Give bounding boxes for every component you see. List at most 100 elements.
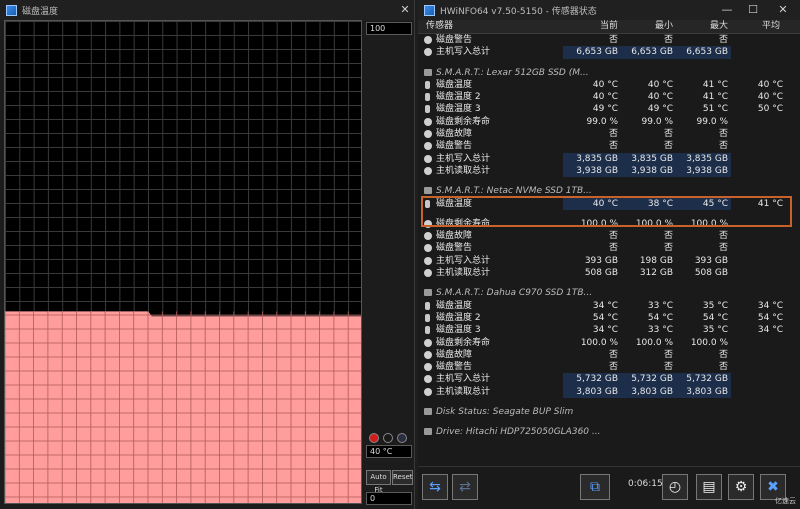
sensor-group-header[interactable]: Drive: Hitachi HDP725050GLA360 ... xyxy=(418,426,800,438)
column-min[interactable]: 最小 xyxy=(621,20,676,33)
color-red-button[interactable] xyxy=(369,433,379,443)
sensor-name-text: 磁盘剩余寿命 xyxy=(436,337,491,348)
sensor-row[interactable]: 磁盘故障 否 否 否 xyxy=(418,349,800,361)
avg-value xyxy=(731,46,786,58)
column-current[interactable]: 当前 xyxy=(563,20,621,33)
color-dark-button[interactable] xyxy=(383,433,393,443)
app-icon xyxy=(6,4,17,16)
report-icon[interactable]: ▤ xyxy=(696,474,722,500)
row-spacer xyxy=(418,59,800,67)
sensor-name-text: 磁盘温度 xyxy=(436,79,473,90)
circle-icon xyxy=(424,244,432,253)
color-gray-button[interactable] xyxy=(397,433,407,443)
network-icon[interactable]: ⧉ xyxy=(580,474,610,500)
sensor-row[interactable]: 磁盘温度 40 °C 40 °C 41 °C 40 °C xyxy=(418,79,800,91)
nav-arrows-icon[interactable]: ⇆ xyxy=(422,474,448,500)
sensor-row[interactable]: 磁盘温度 40 °C 38 °C 45 °C 41 °C xyxy=(418,197,800,210)
sensor-row[interactable]: 主机写入总计 3,835 GB 3,835 GB 3,835 GB xyxy=(418,152,800,165)
sensor-name: 磁盘故障 xyxy=(418,128,563,140)
avg-value xyxy=(731,165,786,177)
thermometer-icon xyxy=(425,313,430,322)
sensor-name: 磁盘温度 3 xyxy=(418,324,563,336)
close-icon[interactable]: ✕ xyxy=(774,2,792,18)
avg-value xyxy=(731,128,786,140)
sensor-name: 主机写入总计 xyxy=(418,255,563,267)
sensor-row[interactable]: 磁盘剩余寿命 100.0 % 100.0 % 100.0 % xyxy=(418,337,800,349)
sensor-row[interactable]: 磁盘警告 否 否 否 xyxy=(418,140,800,152)
current-value: 否 xyxy=(608,231,618,242)
sensor-row[interactable]: 主机读取总计 508 GB 312 GB 508 GB xyxy=(418,267,800,279)
sensor-row[interactable]: 磁盘警告 否 否 否 xyxy=(418,242,800,254)
avg-value xyxy=(731,116,786,128)
maximize-icon[interactable]: ☐ xyxy=(744,2,762,18)
min-value: 3,938 GB xyxy=(621,164,676,178)
graph-titlebar[interactable]: 磁盘温度 xyxy=(0,0,414,20)
column-header: 传感器 当前 最小 最大 平均 xyxy=(418,20,800,34)
avg-value xyxy=(731,218,786,230)
sensor-row[interactable]: 磁盘警告 否 否 否 xyxy=(418,361,800,373)
max-value: 99.0 % xyxy=(696,116,728,127)
max-value: 41 °C xyxy=(702,79,728,90)
close-icon[interactable]: ✕ xyxy=(396,2,414,18)
sensor-group-header[interactable]: S.M.A.R.T.: Netac NVMe SSD 1TB... xyxy=(418,185,800,197)
sensor-row[interactable]: 磁盘温度 34 °C 33 °C 35 °C 34 °C xyxy=(418,300,800,312)
sensor-row[interactable]: 主机写入总计 5,732 GB 5,732 GB 5,732 GB xyxy=(418,373,800,386)
sensor-row[interactable]: 磁盘故障 否 否 否 xyxy=(418,128,800,140)
sensor-row[interactable]: 磁盘温度 3 34 °C 33 °C 35 °C 34 °C xyxy=(418,324,800,336)
column-avg[interactable]: 平均 xyxy=(731,20,786,33)
circle-icon xyxy=(424,166,432,175)
circle-icon xyxy=(424,36,432,44)
sensor-row[interactable]: 磁盘警告 否 否 否 xyxy=(418,34,800,46)
sensor-row[interactable]: 磁盘温度 3 49 °C 49 °C 51 °C 50 °C xyxy=(418,103,800,115)
settings-icon[interactable]: ⚙ xyxy=(728,474,754,500)
current-value: 3,835 GB xyxy=(563,152,621,165)
reset-button[interactable]: Reset xyxy=(392,470,413,485)
sensor-row[interactable]: 磁盘剩余寿命 100.0 % 100.0 % 100.0 % xyxy=(418,218,800,230)
thermometer-icon xyxy=(425,301,430,310)
max-value: 5,732 GB xyxy=(676,373,731,386)
group-name-text: S.M.A.R.T.: Dahua C970 SSD 1TB... xyxy=(436,288,593,299)
current-value: 否 xyxy=(608,35,618,45)
sensor-row[interactable]: 磁盘温度 2 40 °C 40 °C 41 °C 40 °C xyxy=(418,91,800,103)
max-value: 51 °C xyxy=(702,104,728,115)
max-value: 否 xyxy=(718,141,728,152)
watermark-logo: 亿速云 xyxy=(775,497,796,505)
min-value: 100.0 % xyxy=(635,218,673,229)
sensor-titlebar[interactable]: HWiNFO64 v7.50-5150 - 传感器状态 xyxy=(418,0,800,20)
column-max[interactable]: 最大 xyxy=(676,20,731,33)
sensor-row[interactable]: 主机读取总计 3,938 GB 3,938 GB 3,938 GB xyxy=(418,164,800,178)
circle-icon xyxy=(424,350,432,359)
auto-fit-button[interactable]: Auto Fit xyxy=(366,470,391,494)
sensor-row[interactable]: 磁盘故障 否 否 否 xyxy=(418,230,800,242)
min-value: 3,835 GB xyxy=(621,152,676,165)
current-value: 40 °C xyxy=(592,92,618,103)
sensor-name-text: 磁盘警告 xyxy=(436,243,473,254)
sensor-row[interactable]: 主机写入总计 393 GB 198 GB 393 GB xyxy=(418,255,800,267)
sensor-group-header[interactable]: S.M.A.R.T.: Dahua C970 SSD 1TB... xyxy=(418,287,800,299)
collapse-arrows-icon[interactable]: ⇄ xyxy=(452,474,478,500)
sensor-row[interactable]: 磁盘温度 2 54 °C 54 °C 54 °C 54 °C xyxy=(418,312,800,324)
max-value: 41 °C xyxy=(702,92,728,103)
sensor-name-text: 磁盘温度 2 xyxy=(436,312,481,323)
thermometer-icon xyxy=(425,199,430,208)
max-value: 6,653 GB xyxy=(676,46,731,59)
circle-icon xyxy=(424,154,432,163)
sensor-name-text: 主机写入总计 xyxy=(436,47,491,58)
circle-icon xyxy=(424,232,432,241)
sensor-row[interactable]: 磁盘剩余寿命 99.0 % 99.0 % 99.0 % xyxy=(418,116,800,128)
sensor-row[interactable]: 主机读取总计 3,803 GB 3,803 GB 3,803 GB xyxy=(418,385,800,399)
sensor-name: 磁盘剩余寿命 xyxy=(418,337,563,349)
current-value: 100.0 % xyxy=(580,218,618,229)
sensor-group-header[interactable]: Disk Status: Seagate BUP Slim xyxy=(418,406,800,418)
sensor-group-header[interactable]: S.M.A.R.T.: Lexar 512GB SSD (M... xyxy=(418,67,800,79)
column-sensor[interactable]: 传感器 xyxy=(418,20,563,33)
sensor-name: 磁盘温度 2 xyxy=(418,312,563,324)
sensor-name: 主机写入总计 xyxy=(418,153,563,165)
sensor-row[interactable]: 主机写入总计 6,653 GB 6,653 GB 6,653 GB xyxy=(418,46,800,59)
circle-icon xyxy=(424,338,432,347)
disk-icon xyxy=(424,428,432,436)
sensor-list[interactable]: 磁盘警告否否否主机写入总计 6,653 GB 6,653 GB 6,653 GB S.M… xyxy=(418,34,800,466)
clock-icon[interactable]: ◴ xyxy=(662,474,688,500)
scale-max-label: 100 xyxy=(366,22,412,35)
minimize-icon[interactable]: — xyxy=(718,2,736,18)
